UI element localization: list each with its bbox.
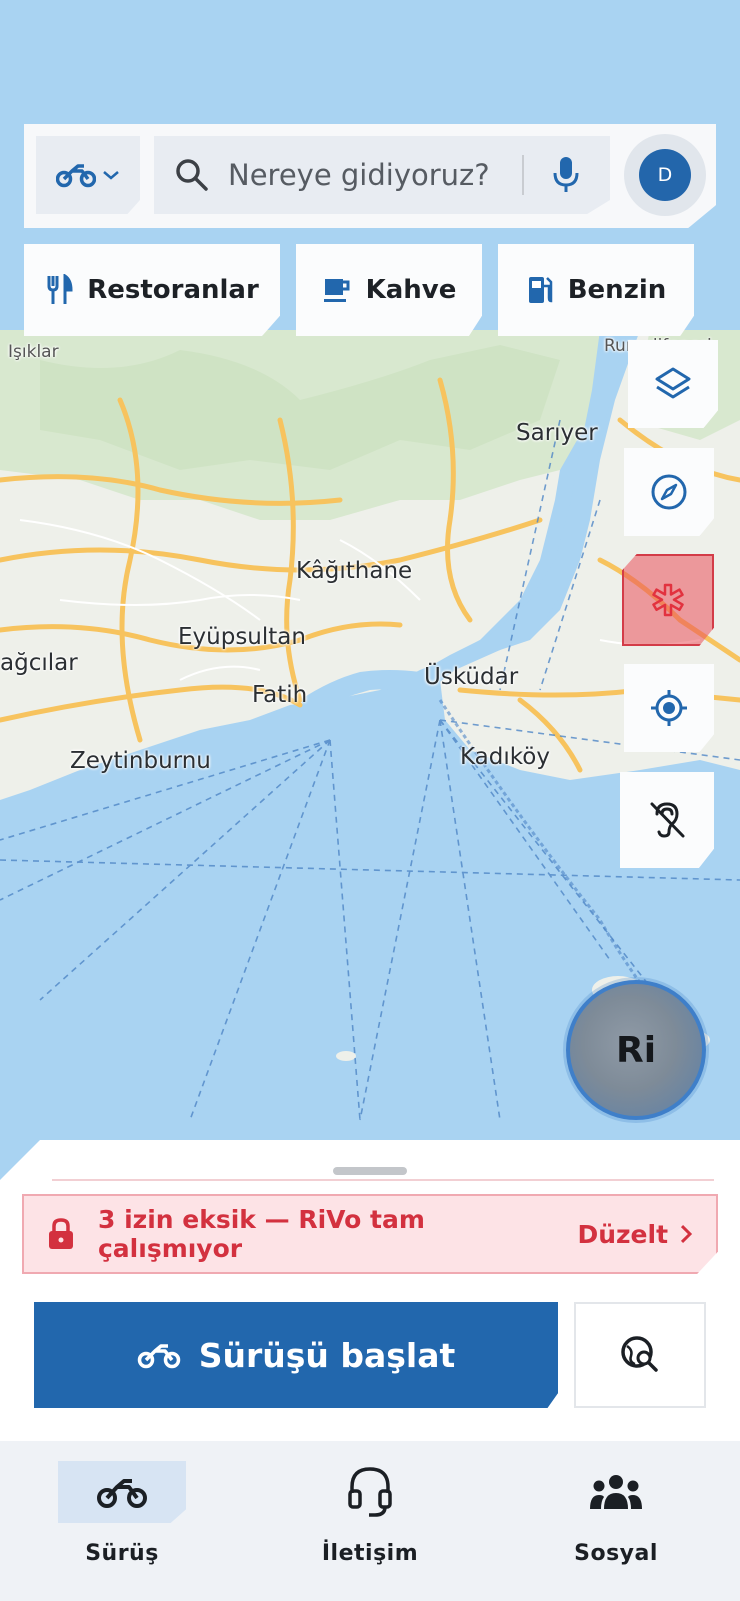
motorcycle-icon — [97, 1479, 147, 1508]
headset-icon — [348, 1467, 392, 1517]
place-label: Sarıyer — [516, 420, 598, 446]
place-label: Kadıköy — [460, 744, 550, 770]
chip-label: Kahve — [365, 275, 457, 305]
sheet-drag-handle[interactable] — [333, 1167, 407, 1175]
place-label: ağcılar — [0, 650, 78, 676]
compass-button[interactable] — [624, 448, 714, 536]
bottom-navigation: Sürüş İletişim Sosyal — [0, 1441, 740, 1601]
nav-icon-container — [552, 1461, 680, 1523]
chevron-down-icon — [103, 171, 119, 180]
permission-warning-text: 3 izin eksik — RiVo tam çalışmıyor — [97, 1205, 425, 1263]
place-label: Üsküdar — [424, 664, 519, 690]
hearing-off-icon — [650, 802, 685, 838]
travel-mode-selector[interactable] — [36, 136, 140, 214]
coffee-icon — [323, 279, 350, 302]
avatar: D — [639, 149, 691, 201]
nav-item-ride[interactable]: Sürüş — [22, 1461, 222, 1591]
emergency-button[interactable] — [622, 554, 714, 646]
locate-me-button[interactable] — [624, 664, 714, 752]
permission-warning-banner[interactable]: 3 izin eksik — RiVo tam çalışmıyor Düzel… — [22, 1194, 718, 1274]
chip-label: Benzin — [567, 275, 667, 305]
explore-search-icon — [621, 1336, 658, 1372]
chevron-right-icon — [680, 1224, 693, 1244]
bottom-sheet: 3 izin eksik — RiVo tam çalışmıyor Düzel… — [0, 1140, 740, 1441]
nav-item-communication[interactable]: İletişim — [270, 1461, 470, 1591]
fix-permissions-link[interactable]: Düzelt — [577, 1220, 668, 1249]
restaurant-icon — [47, 274, 73, 304]
lock-icon — [48, 1218, 73, 1249]
group-icon — [590, 1475, 642, 1509]
layers-button[interactable] — [628, 340, 718, 428]
emergency-icon — [652, 583, 684, 617]
place-label: Zeytinburnu — [70, 748, 211, 774]
place-label: Fatih — [252, 682, 308, 708]
explore-nearby-button[interactable] — [574, 1302, 706, 1408]
place-label: Kâğıthane — [296, 558, 413, 584]
search-field[interactable] — [154, 136, 610, 214]
chip-label: Restoranlar — [87, 275, 259, 305]
chip-fuel[interactable]: Benzin — [498, 244, 694, 336]
place-label: Işıklar — [8, 342, 59, 362]
motorcycle-icon — [137, 1344, 180, 1369]
layers-icon — [655, 367, 691, 399]
nav-label: Sosyal — [574, 1541, 658, 1566]
nav-icon-container — [306, 1461, 434, 1523]
start-ride-button[interactable]: Sürüşü başlat — [34, 1302, 558, 1408]
motorcycle-icon — [56, 164, 96, 188]
start-ride-label: Sürüşü başlat — [198, 1335, 456, 1375]
assistant-label: Ri — [615, 1029, 657, 1071]
chip-coffee[interactable]: Kahve — [296, 244, 482, 336]
place-label: Eyüpsultan — [178, 624, 306, 650]
voice-guidance-toggle[interactable] — [620, 772, 714, 868]
microphone-icon — [553, 157, 579, 192]
fuel-icon — [528, 277, 552, 303]
nav-label: İletişim — [321, 1541, 419, 1566]
nav-icon-container — [58, 1461, 186, 1523]
profile-button[interactable]: D — [624, 134, 706, 216]
chip-restaurants[interactable]: Restoranlar — [24, 244, 280, 336]
search-input[interactable] — [228, 158, 518, 192]
locate-icon — [651, 690, 687, 726]
search-bar: D — [24, 124, 716, 228]
nav-item-social[interactable]: Sosyal — [516, 1461, 716, 1591]
compass-icon — [651, 474, 687, 510]
voice-search-button[interactable] — [546, 153, 586, 197]
search-icon — [176, 159, 208, 191]
assistant-button[interactable]: Ri — [566, 980, 706, 1120]
search-divider — [522, 155, 524, 195]
divider — [52, 1179, 714, 1181]
nav-label: Sürüş — [85, 1541, 159, 1566]
